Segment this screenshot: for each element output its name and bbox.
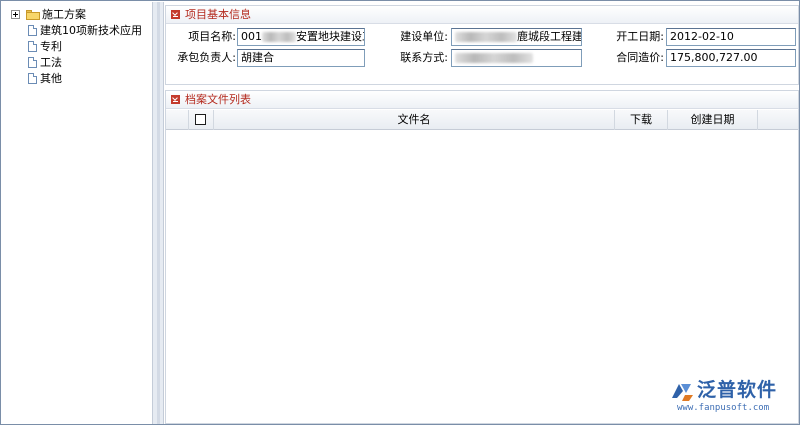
contract-price-field[interactable]: 175,800,727.00 — [666, 49, 796, 67]
document-icon — [28, 41, 37, 52]
tree-item-method[interactable]: 工法 — [2, 55, 152, 71]
tree-item-new-tech[interactable]: 建筑10项新技术应用 — [2, 23, 152, 39]
tree-item-label: 建筑10项新技术应用 — [40, 24, 142, 37]
construction-unit-field[interactable]: 鹿城段工程建 — [451, 28, 582, 46]
manager-label: 承包负责人: — [177, 51, 236, 64]
project-info-panel: 项目基本信息 项目名称: 001 安置地块建设工 建设单位: 鹿城段工程建 开工日… — [165, 5, 799, 85]
panel-splitter[interactable] — [152, 2, 164, 424]
contact-field[interactable] — [451, 49, 582, 67]
redacted-text — [262, 32, 296, 42]
contract-price-label: 合同造价: — [616, 51, 664, 64]
tree-item-construction-plan[interactable]: 施工方案 — [2, 7, 152, 23]
document-icon — [28, 25, 37, 36]
select-all-checkbox[interactable] — [195, 114, 206, 125]
folder-icon — [26, 10, 40, 20]
collapse-arrow-icon[interactable] — [171, 95, 180, 104]
file-list-panel: 档案文件列表 文件名 下载 创建日期 — [165, 90, 799, 424]
construction-unit-label: 建设单位: — [400, 30, 448, 43]
file-table-header: 文件名 下载 创建日期 — [166, 110, 798, 130]
contact-label: 联系方式: — [400, 51, 448, 64]
panel-title: 档案文件列表 — [185, 93, 251, 106]
category-tree: 施工方案 建筑10项新技术应用 专利 工法 其他 — [2, 2, 152, 424]
tree-item-label: 专利 — [40, 40, 62, 53]
collapse-arrow-icon[interactable] — [171, 10, 180, 19]
brand-url: www.fanpusoft.com — [677, 403, 770, 413]
manager-field[interactable]: 胡建合 — [237, 49, 365, 67]
row-number-column — [166, 110, 189, 130]
select-all-column — [189, 110, 214, 130]
app-window: 施工方案 建筑10项新技术应用 专利 工法 其他 项目基本信息 项目名称: 00… — [0, 0, 800, 425]
document-icon — [28, 73, 37, 84]
tree-item-label: 施工方案 — [42, 8, 86, 21]
project-name-suffix: 安置地块建设工 — [296, 30, 364, 43]
project-name-prefix: 001 — [241, 30, 262, 43]
created-date-column-header[interactable]: 创建日期 — [668, 110, 758, 130]
tree-item-patent[interactable]: 专利 — [2, 39, 152, 55]
redacted-text — [455, 32, 517, 42]
file-name-column-header[interactable]: 文件名 — [214, 110, 615, 130]
brand-name: 泛普软件 — [697, 379, 778, 401]
tree-item-label: 工法 — [40, 56, 62, 69]
file-list-header: 档案文件列表 — [166, 91, 798, 109]
brand-watermark: 泛普软件 www.fanpusoft.com — [667, 377, 797, 417]
download-column-header[interactable]: 下载 — [615, 110, 668, 130]
project-name-label: 项目名称: — [188, 30, 236, 43]
panel-title: 项目基本信息 — [185, 8, 251, 21]
tree-item-label: 其他 — [40, 72, 62, 85]
project-name-field[interactable]: 001 安置地块建设工 — [237, 28, 365, 46]
project-info-header: 项目基本信息 — [166, 6, 798, 24]
redacted-text — [455, 53, 533, 63]
construction-unit-suffix: 鹿城段工程建 — [517, 30, 582, 43]
start-date-field[interactable]: 2012-02-10 — [666, 28, 796, 46]
expand-plus-icon[interactable] — [11, 10, 20, 19]
start-date-label: 开工日期: — [616, 30, 664, 43]
document-icon — [28, 57, 37, 68]
tree-item-other[interactable]: 其他 — [2, 71, 152, 87]
brand-logo-icon — [672, 384, 693, 401]
